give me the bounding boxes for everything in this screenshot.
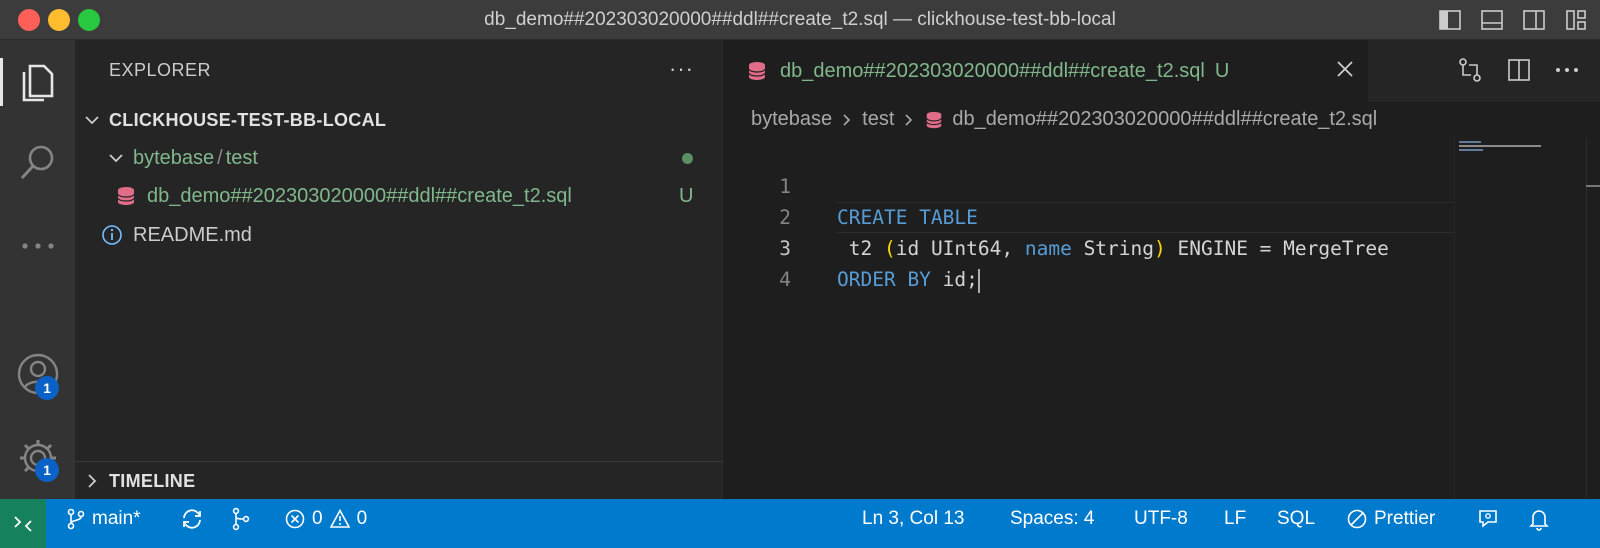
chevron-right-icon: [905, 113, 913, 126]
database-file-icon: [926, 111, 943, 128]
bell-icon: [1529, 510, 1549, 531]
git-graph-icon: [232, 507, 250, 531]
warning-icon: [329, 508, 350, 528]
explorer-more-actions[interactable]: ···: [669, 56, 694, 82]
untracked-status: U: [679, 184, 694, 207]
feedback-icon: [1479, 510, 1497, 528]
code-text: id;: [930, 268, 978, 291]
remote-icon: [14, 515, 32, 532]
folder-row-bytebase-test[interactable]: bytebase / test: [75, 139, 723, 177]
explorer-activity-icon[interactable]: [0, 52, 75, 112]
prettier-disabled-icon: [1347, 509, 1367, 529]
activity-bar: 1 1: [0, 40, 75, 499]
vertical-scrollbar[interactable]: [1586, 137, 1600, 499]
open-changes-icon[interactable]: [1456, 56, 1484, 84]
editor-area: db_demo##20230302000​0##ddl##create_t2.s…: [724, 40, 1600, 499]
problems-indicator[interactable]: 0 0: [284, 499, 367, 539]
breadcrumb-item[interactable]: bytebase: [751, 108, 832, 131]
code-line[interactable]: 2 t2 (id UInt64, name String) ENGINE = M…: [724, 171, 1454, 260]
warning-count: 0: [356, 508, 368, 529]
notifications-button[interactable]: [1528, 499, 1550, 539]
more-views-icon[interactable]: [0, 216, 75, 276]
scrollbar-cursor-marker: [1586, 185, 1600, 187]
cursor-position[interactable]: Ln 3, Col 13: [862, 499, 964, 539]
chevron-right-icon: [88, 474, 97, 488]
info-icon: [102, 225, 122, 245]
sql-keyword: ORDER BY: [837, 268, 931, 291]
layout-controls: [1436, 6, 1590, 34]
compact-folder-separator: /: [217, 146, 223, 169]
database-file-icon: [117, 187, 135, 205]
title-bar: db_demo##20230302000​0##ddl##create_t2.s…: [0, 0, 1600, 40]
chevron-down-icon: [109, 154, 123, 163]
minimap-line: [1459, 145, 1541, 147]
minimap-line: [1459, 149, 1483, 151]
timeline-section-header[interactable]: TIMELINE: [75, 462, 723, 500]
tab-create-t2-sql[interactable]: db_demo##20230302000​0##ddl##create_t2.s…: [724, 40, 1368, 102]
prettier-item[interactable]: Prettier: [1346, 499, 1435, 539]
workspace-folder-row[interactable]: CLICKHOUSE-TEST-BB-LOCAL: [75, 101, 723, 139]
encoding[interactable]: UTF-8: [1134, 499, 1188, 539]
breadcrumb-file[interactable]: db_demo##20230302000​0##ddl##create_t2.s…: [952, 108, 1377, 131]
manage-gear-icon[interactable]: [0, 428, 75, 488]
tab-bar: db_demo##20230302000​0##ddl##create_t2.s…: [724, 40, 1600, 102]
tab-untracked-status: U: [1214, 59, 1230, 82]
customize-layout-icon[interactable]: [1562, 6, 1590, 34]
git-graph-button[interactable]: [230, 499, 252, 539]
sync-icon: [183, 509, 201, 529]
manage-badge: 1: [35, 458, 59, 482]
tab-label: db_demo##20230302000​0##ddl##create_t2.s…: [780, 59, 1205, 82]
file-name: db_demo##20230302000​0##ddl##create_t2.s…: [147, 184, 572, 207]
toggle-primary-sidebar-icon[interactable]: [1436, 6, 1464, 34]
branch-name: main*: [92, 508, 141, 529]
workspace-folder-name: CLICKHOUSE-TEST-BB-LOCAL: [109, 109, 387, 130]
breadcrumb-item[interactable]: test: [862, 108, 894, 131]
search-icon[interactable]: [0, 132, 75, 192]
code-line[interactable]: 1 CREATE TABLE: [724, 140, 1454, 229]
split-editor-icon[interactable]: [1506, 57, 1532, 83]
file-name: README.md: [133, 223, 252, 246]
code-line[interactable]: 3 ORDER BY id;: [724, 202, 1454, 293]
language-mode[interactable]: SQL: [1277, 499, 1315, 539]
explorer-header: EXPLORER: [109, 60, 212, 80]
remote-indicator[interactable]: [0, 499, 46, 548]
git-branch-icon: [67, 508, 85, 530]
text-cursor: [977, 268, 980, 293]
error-count: 0: [312, 508, 323, 529]
chevron-down-icon: [85, 116, 99, 125]
explorer-sidebar: EXPLORER ··· CLICKHOUSE-TEST-BB-LOCAL by…: [75, 40, 723, 499]
indentation[interactable]: Spaces: 4: [1010, 499, 1095, 539]
git-branch-item[interactable]: main*: [66, 499, 141, 539]
timeline-title: TIMELINE: [109, 470, 196, 491]
line-number: 4: [779, 268, 791, 291]
folder-name-test: test: [225, 146, 258, 169]
toggle-panel-icon[interactable]: [1478, 6, 1506, 34]
minimap-line: [1459, 141, 1481, 143]
end-of-line[interactable]: LF: [1224, 499, 1246, 539]
error-icon: [285, 509, 305, 529]
file-row-readme[interactable]: README.md: [75, 216, 723, 254]
breadcrumb: bytebase test db_demo##20230302000​0##dd…: [751, 108, 1377, 131]
modified-dot-icon: [682, 152, 693, 164]
editor-actions: [1456, 56, 1580, 84]
formatter-name: Prettier: [1374, 508, 1436, 529]
feedback-button[interactable]: [1476, 499, 1500, 539]
close-tab-icon[interactable]: [1334, 58, 1356, 80]
file-row-create-t2-sql[interactable]: db_demo##20230302000​0##ddl##create_t2.s…: [75, 177, 723, 215]
code-line[interactable]: 4: [724, 233, 1454, 291]
toggle-secondary-sidebar-icon[interactable]: [1520, 6, 1548, 34]
accounts-badge: 1: [35, 376, 59, 400]
database-file-icon: [748, 62, 766, 80]
more-actions-icon[interactable]: [1554, 66, 1580, 74]
code-editor[interactable]: 1 CREATE TABLE 2 t2 (id UInt64, name Str…: [724, 140, 1454, 293]
folder-name-bytebase: bytebase: [133, 146, 215, 169]
status-bar: main* 0 0 Ln 3, Col 13 Spaces: 4 UTF-8 L…: [0, 499, 1600, 548]
window-title: db_demo##20230302000​0##ddl##create_t2.s…: [484, 9, 1116, 30]
minimap[interactable]: [1454, 137, 1554, 499]
chevron-right-icon: [843, 113, 851, 126]
sync-button[interactable]: [180, 499, 204, 539]
